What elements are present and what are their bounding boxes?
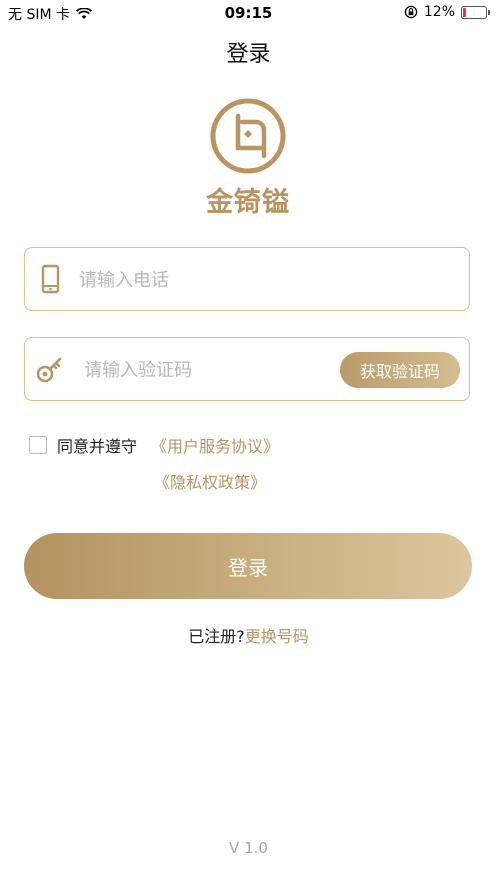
agree-label: 同意并遵守 (57, 437, 138, 456)
battery-icon (461, 5, 490, 19)
privacy-policy-link[interactable]: 《隐私权政策》 (154, 469, 266, 493)
rotation-lock-icon (404, 5, 418, 19)
version-label: V 1.0 (229, 839, 268, 857)
status-bar: 无 SIM 卡 09:15 12% (0, 0, 497, 26)
status-right: 12% (404, 4, 490, 20)
phone-input[interactable] (77, 262, 451, 298)
phone-icon (41, 264, 60, 294)
battery-level (463, 7, 466, 17)
registered-prompt: 已注册? (188, 627, 245, 646)
page-title: 登录 (226, 42, 271, 67)
brand-logo: 金锜镒 (200, 98, 296, 219)
get-code-button[interactable]: 获取验证码 (340, 352, 460, 388)
register-row: 已注册?更换号码 (0, 623, 497, 647)
code-input-container: 获取验证码 (24, 337, 470, 401)
user-agreement-link[interactable]: 《用户服务协议》 (151, 433, 279, 457)
battery-percent: 12% (423, 4, 455, 20)
phone-input-container (24, 247, 470, 311)
key-icon (36, 357, 62, 383)
brand-name: 金锜镒 (206, 187, 290, 218)
agree-checkbox[interactable] (29, 436, 47, 454)
verification-code-input[interactable] (82, 352, 346, 388)
login-button[interactable]: 登录 (24, 533, 472, 599)
agreement-row: 同意并遵守 《用户服务协议》 (29, 433, 279, 457)
logo-emblem-icon (210, 98, 286, 174)
change-number-link[interactable]: 更换号码 (245, 627, 309, 646)
